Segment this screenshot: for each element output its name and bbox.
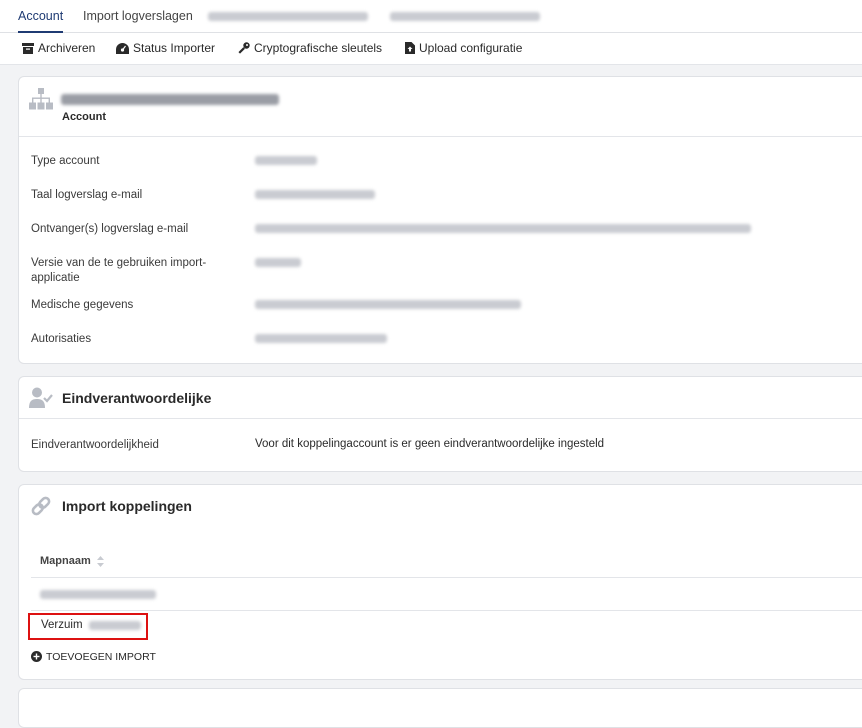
mapnaam-header-label: Mapnaam [40, 555, 91, 567]
log-language-label: Taal logverslag e-mail [31, 189, 143, 201]
archive-icon [22, 43, 34, 54]
dashboard-icon [116, 43, 129, 54]
next-card [18, 688, 862, 728]
sitemap-icon [29, 88, 53, 110]
tab-import-logverslagen[interactable]: Import logverslagen [83, 0, 193, 32]
status-importer-label: Status Importer [133, 41, 216, 55]
log-recipients-value [255, 224, 751, 233]
tab-bar: Account Import logverslagen [0, 0, 862, 33]
type-account-value [255, 156, 317, 165]
add-import-label: TOEVOEGEN IMPORT [46, 651, 156, 663]
medical-data-label: Medische gegevens [31, 299, 134, 311]
tab-redacted-1[interactable] [208, 0, 368, 32]
responsible-value: Voor dit koppelingaccount is er geen ein… [255, 438, 605, 450]
redacted-text [390, 12, 540, 22]
log-recipients-label: Ontvanger(s) logverslag e-mail [31, 223, 189, 235]
responsible-card-header: Eindverantwoordelijke [19, 377, 862, 419]
key-icon [238, 42, 250, 54]
type-account-label: Type account [31, 155, 100, 167]
mapnaam-column-header[interactable]: Mapnaam [31, 545, 862, 578]
archive-button[interactable]: Archiveren [22, 33, 95, 64]
log-language-value [255, 190, 375, 199]
redacted-folder-name [40, 590, 156, 599]
file-upload-icon [405, 42, 415, 54]
link-icon [31, 496, 51, 516]
table-row[interactable]: Verzuim [31, 611, 862, 641]
tab-import-logverslagen-label: Import logverslagen [83, 9, 193, 23]
upload-config-label: Upload configuratie [419, 41, 523, 55]
account-name-redacted [61, 94, 279, 105]
redacted-text [208, 12, 368, 22]
plus-circle-icon [31, 651, 42, 662]
import-links-title: Import koppelingen [62, 498, 192, 514]
import-app-version-label: Versie van de te gebruiken import-applic… [31, 257, 207, 284]
authorisations-label: Autorisaties [31, 333, 92, 345]
toolbar: Archiveren Status Importer Cryptografisc… [0, 33, 862, 65]
tab-redacted-2[interactable] [390, 0, 540, 32]
crypto-keys-label: Cryptografische sleutels [254, 41, 383, 55]
upload-config-button[interactable]: Upload configuratie [405, 33, 522, 64]
medical-data-value [255, 300, 521, 309]
responsible-card: Eindverantwoordelijke Eindverantwoordeli… [18, 376, 862, 472]
responsible-label: Eindverantwoordelijkheid [31, 439, 159, 451]
user-check-icon [29, 387, 53, 408]
table-row[interactable] [31, 578, 862, 611]
import-app-version-value [255, 258, 301, 267]
add-import-button[interactable]: TOEVOEGEN IMPORT [31, 649, 156, 665]
tab-account-label: Account [18, 9, 64, 23]
crypto-keys-button[interactable]: Cryptografische sleutels [238, 33, 382, 64]
tab-account[interactable]: Account [18, 0, 64, 33]
status-importer-button[interactable]: Status Importer [116, 33, 215, 64]
authorisations-value [255, 334, 387, 343]
sort-icon[interactable] [97, 556, 104, 567]
account-card: Account Type account Taal logverslag e-m… [18, 76, 862, 364]
highlight-box [28, 613, 148, 640]
responsible-title: Eindverantwoordelijke [62, 390, 212, 406]
archive-label: Archiveren [38, 41, 96, 55]
account-card-header: Account [19, 77, 862, 137]
account-subtitle: Account [62, 111, 106, 123]
import-links-card: Import koppelingen Mapnaam Verzuim TOEVO… [18, 484, 862, 680]
